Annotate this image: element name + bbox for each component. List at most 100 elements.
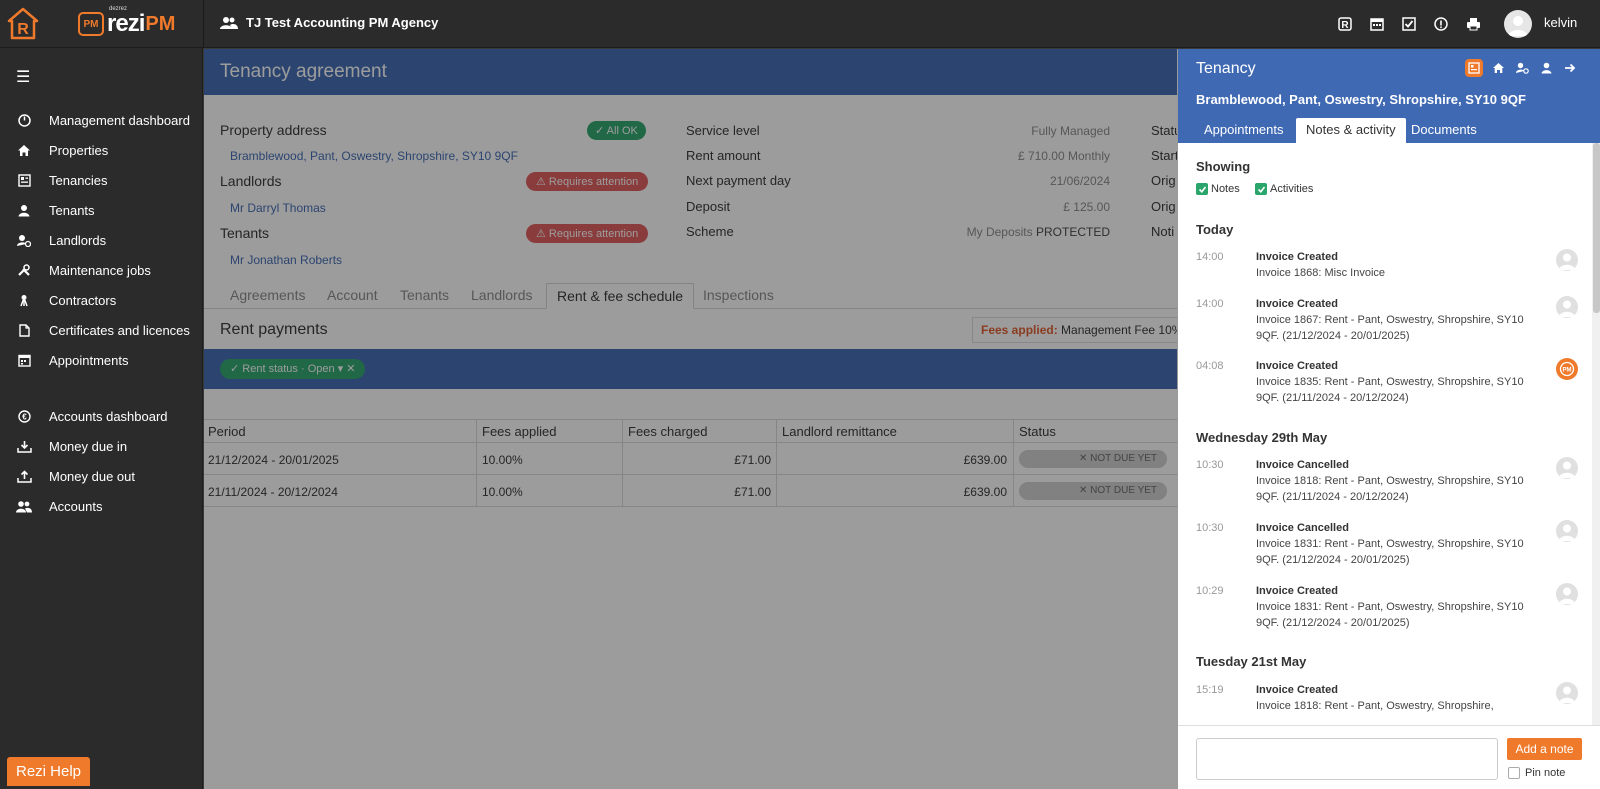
activity-time: 04:08 (1196, 360, 1224, 372)
panel-subtitle: Bramblewood, Pant, Oswestry, Shropshire,… (1196, 92, 1526, 107)
sidebar-item-label: Money due out (49, 468, 136, 484)
tenancy-icon[interactable] (1465, 59, 1483, 77)
scrollbar-thumb[interactable] (1593, 143, 1600, 313)
alert-icon[interactable] (1431, 14, 1451, 34)
landlord-icon (16, 232, 32, 248)
day-heading: Today (1196, 222, 1234, 237)
user-name[interactable]: kelvin (1544, 15, 1577, 30)
checkbox-icon[interactable] (1399, 14, 1419, 34)
menu-toggle-icon[interactable]: ☰ (16, 67, 30, 87)
sidebar-item-label: Appointments (49, 352, 129, 368)
brand-logo[interactable]: PM dezrez rezi PM (78, 6, 176, 39)
sidebar-item-label: Accounts (49, 498, 103, 514)
sidebar-item-tenants[interactable]: Tenants (0, 196, 203, 224)
top-icon-group: R (1335, 14, 1483, 34)
sidebar-item-maintenance-jobs[interactable]: Maintenance jobs (0, 256, 203, 284)
avatar (1556, 249, 1578, 271)
activity-title: Invoice Cancelled (1256, 522, 1349, 534)
rezi-logo-icon[interactable]: R (6, 7, 40, 41)
activity-description: Invoice 1818: Rent - Pant, Oswestry, Shr… (1256, 700, 1494, 712)
notes-filter[interactable]: Notes (1196, 183, 1240, 195)
home-icon[interactable] (1489, 59, 1507, 77)
sidebar-item-label: Tenancies (49, 172, 108, 188)
sidebar-item-label: Money due in (49, 438, 128, 454)
modal-backdrop[interactable] (204, 49, 1178, 789)
notes-filter-label: Notes (1211, 183, 1240, 195)
activity-feed: Showing Notes Activities Today 14:00 Inv… (1178, 143, 1592, 725)
calendar-icon[interactable] (1367, 14, 1387, 34)
top-divider (203, 0, 204, 48)
avatar (1556, 583, 1578, 605)
activity-time: 10:30 (1196, 459, 1224, 471)
sidebar-item-label: Certificates and licences (49, 322, 190, 338)
sidebar-item-appointments[interactable]: Appointments (0, 346, 203, 374)
activity-description: Invoice 1831: Rent - Pant, Oswestry, Shr… (1256, 538, 1524, 566)
calendar-icon (16, 352, 32, 368)
print-icon[interactable] (1463, 14, 1483, 34)
activity-description: Invoice 1831: Rent - Pant, Oswestry, Shr… (1256, 601, 1524, 629)
sidebar-item-money-due-in[interactable]: Money due in (0, 432, 203, 460)
sidebar-item-management-dashboard[interactable]: Management dashboard (0, 106, 203, 134)
tools-icon (16, 262, 32, 278)
home-icon (16, 142, 32, 158)
activity-scrollbar[interactable] (1592, 143, 1600, 725)
add-note-button[interactable]: Add a note (1507, 738, 1582, 760)
brand-pm-badge: PM (78, 12, 104, 36)
user-avatar[interactable] (1504, 10, 1532, 38)
activity-description: Invoice 1868: Misc Invoice (1256, 267, 1386, 279)
avatar (1556, 296, 1578, 318)
tab-notes-activity[interactable]: Notes & activity (1296, 118, 1406, 143)
activity-time: 14:00 (1196, 298, 1224, 310)
svg-text:R: R (17, 21, 29, 38)
activity-description: Invoice 1835: Rent - Pant, Oswestry, Shr… (1256, 376, 1524, 404)
person-icon[interactable] (1537, 59, 1555, 77)
sidebar-item-label: Management dashboard (49, 112, 190, 128)
sidebar-item-label: Landlords (49, 232, 107, 248)
pin-note-checkbox[interactable] (1508, 767, 1520, 779)
contractor-icon (16, 292, 32, 308)
sidebar-item-label: Maintenance jobs (49, 262, 151, 278)
brand-pm-text: PM (145, 12, 176, 35)
sidebar-item-label: Contractors (49, 292, 117, 308)
sidebar-item-money-due-out[interactable]: Money due out (0, 462, 203, 490)
day-heading: Tuesday 21st May (1196, 654, 1307, 669)
arrow-right-icon[interactable] (1561, 59, 1579, 77)
money-in-icon (16, 438, 32, 454)
activity-title: Invoice Created (1256, 585, 1338, 597)
activities-filter[interactable]: Activities (1255, 183, 1313, 195)
sidebar-item-certificates[interactable]: Certificates and licences (0, 316, 203, 344)
document-icon (16, 322, 32, 338)
activity-time: 10:29 (1196, 585, 1224, 597)
agency-switcher[interactable]: TJ Test Accounting PM Agency (220, 15, 438, 30)
landlord-icon[interactable] (1513, 59, 1531, 77)
note-composer: Add a note Pin note (1178, 725, 1600, 789)
sidebar-item-landlords[interactable]: Landlords (0, 226, 203, 254)
activity-time: 15:19 (1196, 684, 1224, 696)
note-input[interactable] (1196, 738, 1498, 780)
tab-documents[interactable]: Documents (1401, 118, 1487, 143)
svg-text:R: R (1341, 20, 1349, 31)
dashboard-icon (16, 112, 32, 128)
rezi-help-button[interactable]: Rezi Help (7, 757, 91, 786)
day-heading: Wednesday 29th May (1196, 430, 1328, 445)
rezi-r-icon[interactable]: R (1335, 14, 1355, 34)
sidebar-item-accounts[interactable]: Accounts (0, 492, 203, 520)
activity-title: Invoice Cancelled (1256, 459, 1349, 471)
avatar (1556, 520, 1578, 542)
checkbox-checked-icon[interactable] (1255, 183, 1267, 195)
sidebar-item-contractors[interactable]: Contractors (0, 286, 203, 314)
agency-name: TJ Test Accounting PM Agency (246, 15, 439, 30)
avatar (1556, 682, 1578, 704)
sidebar-item-accounts-dashboard[interactable]: € Accounts dashboard (0, 402, 203, 430)
checkbox-checked-icon[interactable] (1196, 183, 1208, 195)
sidebar-item-tenancies[interactable]: Tenancies (0, 166, 203, 194)
sidebar-item-properties[interactable]: Properties (0, 136, 203, 164)
activity-time: 10:30 (1196, 522, 1224, 534)
money-out-icon (16, 468, 32, 484)
sidebar-item-label: Accounts dashboard (49, 408, 168, 424)
activity-title: Invoice Created (1256, 360, 1338, 372)
activities-filter-label: Activities (1270, 183, 1314, 195)
sidebar: ☰ Management dashboard Properties Tenanc… (0, 48, 203, 789)
pin-note-option[interactable]: Pin note (1508, 767, 1565, 779)
tab-appointments[interactable]: Appointments (1194, 118, 1294, 143)
